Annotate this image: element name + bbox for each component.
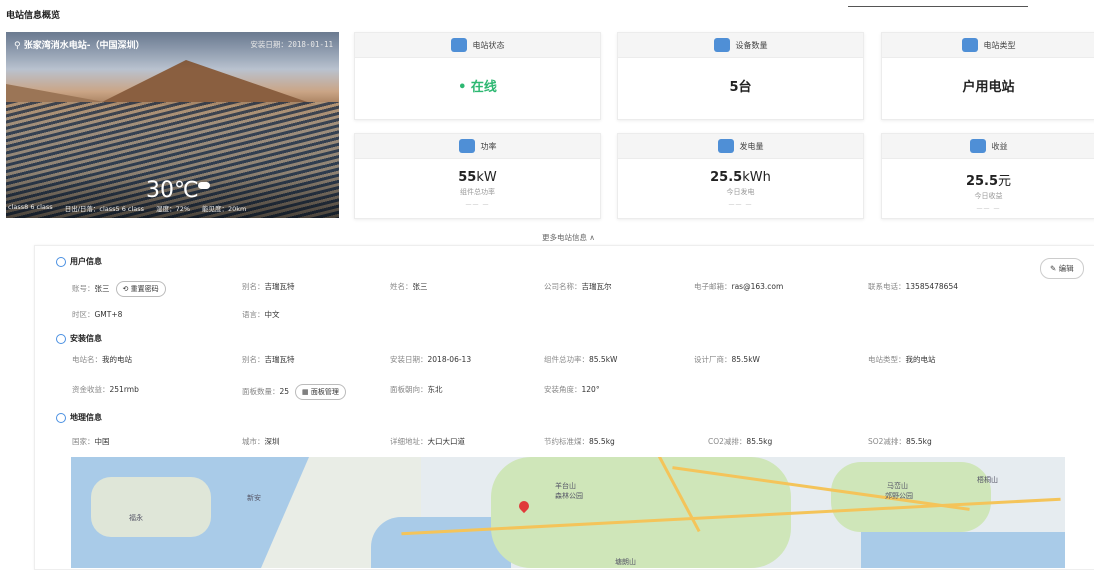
card-title: 电站状态 [472,40,505,50]
map-water [861,532,1065,568]
weather-strip: class8 6 class 日出/日落：class5 6 class 湿度：7… [8,203,246,213]
station-type-value: 户用电站 [962,80,1015,95]
map-pin-icon [56,412,66,423]
top-divider [848,6,1028,7]
field-address: 详细地址：大口大口道 [390,437,465,446]
card-power: 功率 55kW 组件总功率 —— — [354,133,601,219]
map-label: 塘朗山 [615,558,636,566]
grid-icon: ▦ [302,388,311,396]
generation-value: 25.5 [710,170,743,185]
field-fund-income: 资金收益：251rmb [72,385,139,394]
field-country: 国家：中国 [72,437,110,446]
field-install-angle: 安装角度：120° [544,385,600,394]
generation-dash: —— — [728,201,753,208]
edit-button[interactable]: ✎ 编辑 [1040,258,1084,279]
field-coal-saving: 节约标准煤：85.5kg [544,437,615,446]
coins-icon [969,139,986,153]
solar-panel-icon [717,139,734,153]
station-status-icon [450,38,467,52]
station-hero-image: ⚲ 张家湾消水电站-（中国深圳） 安装日期：2018-01-11 30℃ cla… [6,32,339,218]
station-map[interactable]: 羊台山 森林公园 马峦山 郊野公园 梧桐山 新安 福永 塘朗山 [71,457,1065,568]
generation-unit: kWh [742,170,771,185]
field-manufacturer: 设计厂商：85.5kW [694,355,760,364]
device-icon [713,38,730,52]
reset-password-button[interactable]: ⟲ 重置密码 [115,281,166,297]
map-label: 新安 [247,494,261,502]
map-label: 羊台山 [555,482,576,490]
weather-item: class8 6 class [8,203,53,211]
field-station-type: 电站类型：我的电站 [868,355,936,364]
field-install-alias: 别名：吉瑞瓦特 [242,355,295,364]
page-title: 电站信息概览 [6,11,61,21]
field-name: 姓名：张三 [390,282,428,291]
map-label: 梧桐山 [977,476,998,484]
field-install-date: 安装日期：2018-06-13 [390,355,472,364]
map-water [371,517,511,568]
power-dash: —— — [465,201,490,208]
card-title: 功率 [480,141,497,151]
device-count-value: 5台 [729,80,752,95]
field-city: 城市：深圳 [242,437,280,446]
field-total-power: 组件总功率：85.5kW [544,355,618,364]
panel-manage-button[interactable]: ▦ 面板管理 [295,384,346,400]
section-install-info: 安装信息 [56,333,102,344]
card-device-count: 设备数量 5台 [617,32,864,120]
card-income: 收益 25.5元 今日收益 —— — [881,133,1094,219]
field-co2: CO2减排：85.5kg [708,437,773,446]
house-solar-icon [961,38,978,52]
status-dot: • [458,80,467,95]
card-title: 设备数量 [735,40,768,50]
field-alias: 别名：吉瑞瓦特 [242,282,295,291]
weather-item: 湿度：72% [156,205,191,213]
card-station-status: 电站状态 • 在线 [354,32,601,120]
field-account: 账号：张三 ⟲ 重置密码 [72,281,166,297]
solar-panel-icon [458,139,475,153]
field-phone: 联系电话：13585478654 [868,282,958,291]
cloud-icon [198,182,210,189]
income-dash: —— — [976,205,1001,212]
card-title: 收益 [991,141,1008,151]
station-install-date: 安装日期：2018-01-11 [250,40,333,49]
reset-icon: ⟲ [122,285,131,293]
map-label: 郊野公园 [885,492,913,500]
income-sub: 今日收益 [974,192,1003,200]
map-label: 马峦山 [887,482,908,490]
field-station-name: 电站名：我的电站 [72,355,132,364]
field-company: 公司名称：吉瑞瓦尔 [544,282,612,291]
station-name: ⚲ 张家湾消水电站-（中国深圳） [14,41,145,51]
install-icon [56,333,66,344]
card-station-type: 电站类型 户用电站 [881,32,1094,120]
section-user-info: 用户信息 [56,256,102,267]
field-timezone: 时区：GMT+8 [72,310,123,319]
more-station-info-link[interactable]: 更多电站信息 ∧ [542,232,595,243]
income-unit: 元 [998,174,1012,189]
generation-sub: 今日发电 [726,188,755,196]
status-value: 在线 [470,80,497,95]
card-title: 电站类型 [983,40,1016,50]
income-value: 25.5 [965,174,999,189]
field-email: 电子邮箱：ras@163.com [694,282,784,291]
edit-icon: ✎ [1050,264,1059,273]
power-unit: kW [476,170,497,185]
field-language: 语言：中文 [242,310,280,319]
map-label: 森林公园 [555,492,583,500]
temperature: 30℃ [146,178,199,203]
field-so2: SO2减排：85.5kg [868,437,932,446]
weather-item: 日出/日落：class5 6 class [64,205,145,213]
card-generation: 发电量 25.5kWh 今日发电 —— — [617,133,864,219]
user-icon [56,256,66,267]
field-panel-count: 面板数量：25 ▦ 面板管理 [242,384,346,400]
weather-item: 能见度：20km [202,205,247,213]
field-panel-direction: 面板朝向：东北 [390,385,443,394]
map-land [91,477,211,537]
map-park [491,457,791,568]
location-pin-icon: ⚲ [14,41,24,51]
card-title: 发电量 [739,141,764,151]
map-label: 福永 [129,514,143,522]
power-value: 55 [458,170,477,185]
section-geo-info: 地理信息 [56,412,102,423]
power-sub: 组件总功率 [460,188,495,196]
